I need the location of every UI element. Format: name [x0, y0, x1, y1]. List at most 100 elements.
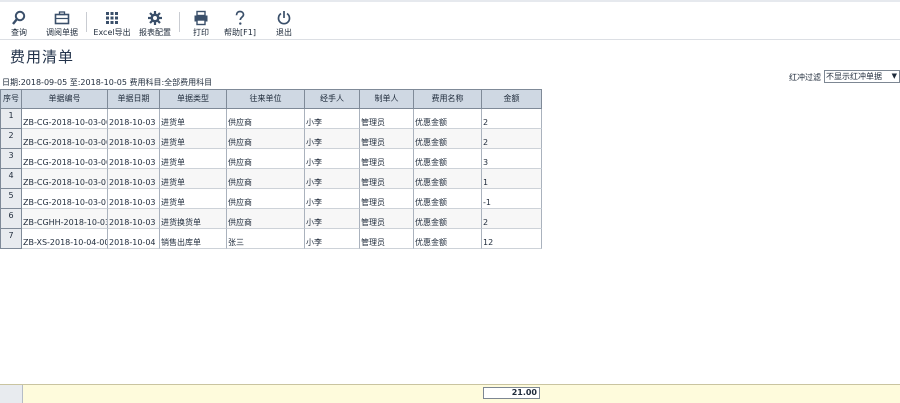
- cell-bill-date: 2018-10-03: [108, 129, 160, 149]
- cell-amount: 1: [482, 169, 542, 189]
- cell-fee-name: 优惠金额: [414, 169, 482, 189]
- cell-amount: 2: [482, 129, 542, 149]
- cell-handler: 小李: [305, 229, 360, 249]
- toolbar-divider: [179, 12, 180, 32]
- column-header-handler[interactable]: 经手人: [305, 89, 360, 109]
- help-button[interactable]: 帮助[F1]: [221, 4, 259, 40]
- power-icon: [277, 11, 291, 25]
- cell-maker: 管理员: [360, 169, 414, 189]
- help-icon: [235, 10, 245, 25]
- row-number: 1: [0, 109, 22, 129]
- cell-bill-date: 2018-10-03: [108, 149, 160, 169]
- report-config-label: 报表配置: [139, 28, 171, 37]
- column-header-partner[interactable]: 往来单位: [227, 89, 305, 109]
- briefcase-icon: [54, 11, 70, 25]
- cell-handler: 小李: [305, 209, 360, 229]
- cell-amount: 2: [482, 109, 542, 129]
- cell-fee-name: 优惠金额: [414, 209, 482, 229]
- cell-bill-no: ZB-CG-2018-10-03-010: [22, 169, 108, 189]
- cell-bill-no: ZB-CG-2018-10-03-001: [22, 109, 108, 129]
- view-bill-label: 调阅单据: [46, 28, 78, 37]
- view-bill-button[interactable]: 调阅单据: [40, 4, 84, 40]
- column-header-bill-no[interactable]: 单据编号: [22, 89, 108, 109]
- red-filter-value: 不显示红冲单据: [826, 72, 882, 81]
- row-number: 4: [0, 169, 22, 189]
- cell-bill-date: 2018-10-03: [108, 189, 160, 209]
- cell-handler: 小李: [305, 169, 360, 189]
- exit-label: 退出: [276, 28, 292, 37]
- cell-bill-no: ZB-CGHH-2018-10-03-0: [22, 209, 108, 229]
- exit-button[interactable]: 退出: [270, 4, 298, 40]
- column-header-amount[interactable]: 金额: [482, 89, 542, 109]
- report-config-button[interactable]: 报表配置: [136, 4, 174, 40]
- cell-fee-name: 优惠金额: [414, 149, 482, 169]
- cell-amount: -1: [482, 189, 542, 209]
- cell-bill-type: 销售出库单: [160, 229, 227, 249]
- excel-export-button[interactable]: Excel导出: [92, 4, 132, 40]
- cell-partner: 供应商: [227, 149, 305, 169]
- cell-bill-no: ZB-CG-2018-10-03-009: [22, 149, 108, 169]
- column-header-seq[interactable]: 序号: [0, 89, 22, 109]
- cell-bill-date: 2018-10-03: [108, 109, 160, 129]
- cell-amount: 12: [482, 229, 542, 249]
- cell-bill-date: 2018-10-04: [108, 229, 160, 249]
- cell-fee-name: 优惠金额: [414, 189, 482, 209]
- cell-fee-name: 优惠金额: [414, 109, 482, 129]
- cell-fee-name: 优惠金额: [414, 129, 482, 149]
- cell-partner: 张三: [227, 229, 305, 249]
- cell-amount: 2: [482, 209, 542, 229]
- help-label: 帮助[F1]: [224, 28, 256, 37]
- printer-icon: [194, 10, 208, 26]
- query-label: 查询: [11, 28, 27, 37]
- cell-partner: 供应商: [227, 129, 305, 149]
- cell-bill-date: 2018-10-03: [108, 169, 160, 189]
- toolbar-divider: [86, 12, 87, 32]
- page-title: 费用清单: [10, 48, 75, 66]
- print-button[interactable]: 打印: [186, 4, 216, 40]
- column-header-maker[interactable]: 制单人: [360, 89, 414, 109]
- cell-maker: 管理员: [360, 209, 414, 229]
- column-header-bill-type[interactable]: 单据类型: [160, 89, 227, 109]
- chevron-down-icon: ▼: [891, 72, 897, 80]
- row-number: 2: [0, 129, 22, 149]
- query-button[interactable]: 查询: [2, 4, 36, 40]
- cell-handler: 小李: [305, 129, 360, 149]
- cell-fee-name: 优惠金额: [414, 229, 482, 249]
- filter-summary: 日期:2018-09-05 至:2018-10-05 费用科目:全部费用科目: [2, 78, 213, 87]
- cell-maker: 管理员: [360, 109, 414, 129]
- total-bar: 21.00: [0, 384, 900, 403]
- cell-bill-date: 2018-10-03: [108, 209, 160, 229]
- row-number: 7: [0, 229, 22, 249]
- red-filter-select[interactable]: 不显示红冲单据 ▼: [824, 70, 900, 83]
- cell-bill-type: 进货单: [160, 129, 227, 149]
- amount-total: 21.00: [483, 387, 540, 399]
- cell-maker: 管理员: [360, 129, 414, 149]
- cell-bill-type: 进货换货单: [160, 209, 227, 229]
- cell-partner: 供应商: [227, 109, 305, 129]
- cell-partner: 供应商: [227, 169, 305, 189]
- cell-handler: 小李: [305, 149, 360, 169]
- cell-amount: 3: [482, 149, 542, 169]
- print-label: 打印: [193, 28, 209, 37]
- column-header-bill-date[interactable]: 单据日期: [108, 89, 160, 109]
- cell-handler: 小李: [305, 109, 360, 129]
- footer-corner: [0, 385, 23, 403]
- toolbar: 查询 调阅单据 Excel导出 报表配置 打印 帮助[F1] 退出: [0, 0, 900, 40]
- cell-partner: 供应商: [227, 209, 305, 229]
- cell-bill-type: 进货单: [160, 149, 227, 169]
- gear-icon: [148, 11, 162, 25]
- cell-maker: 管理员: [360, 189, 414, 209]
- row-number: 6: [0, 209, 22, 229]
- column-header-fee-name[interactable]: 费用名称: [414, 89, 482, 109]
- cell-bill-type: 进货单: [160, 189, 227, 209]
- row-number: 5: [0, 189, 22, 209]
- cell-bill-no: ZB-CG-2018-10-03-008: [22, 129, 108, 149]
- cell-handler: 小李: [305, 189, 360, 209]
- grid-icon: [106, 12, 118, 24]
- cell-maker: 管理员: [360, 229, 414, 249]
- cell-maker: 管理员: [360, 149, 414, 169]
- search-icon: [12, 10, 26, 25]
- cell-partner: 供应商: [227, 189, 305, 209]
- cell-bill-type: 进货单: [160, 169, 227, 189]
- cell-bill-no: ZB-XS-2018-10-04-002: [22, 229, 108, 249]
